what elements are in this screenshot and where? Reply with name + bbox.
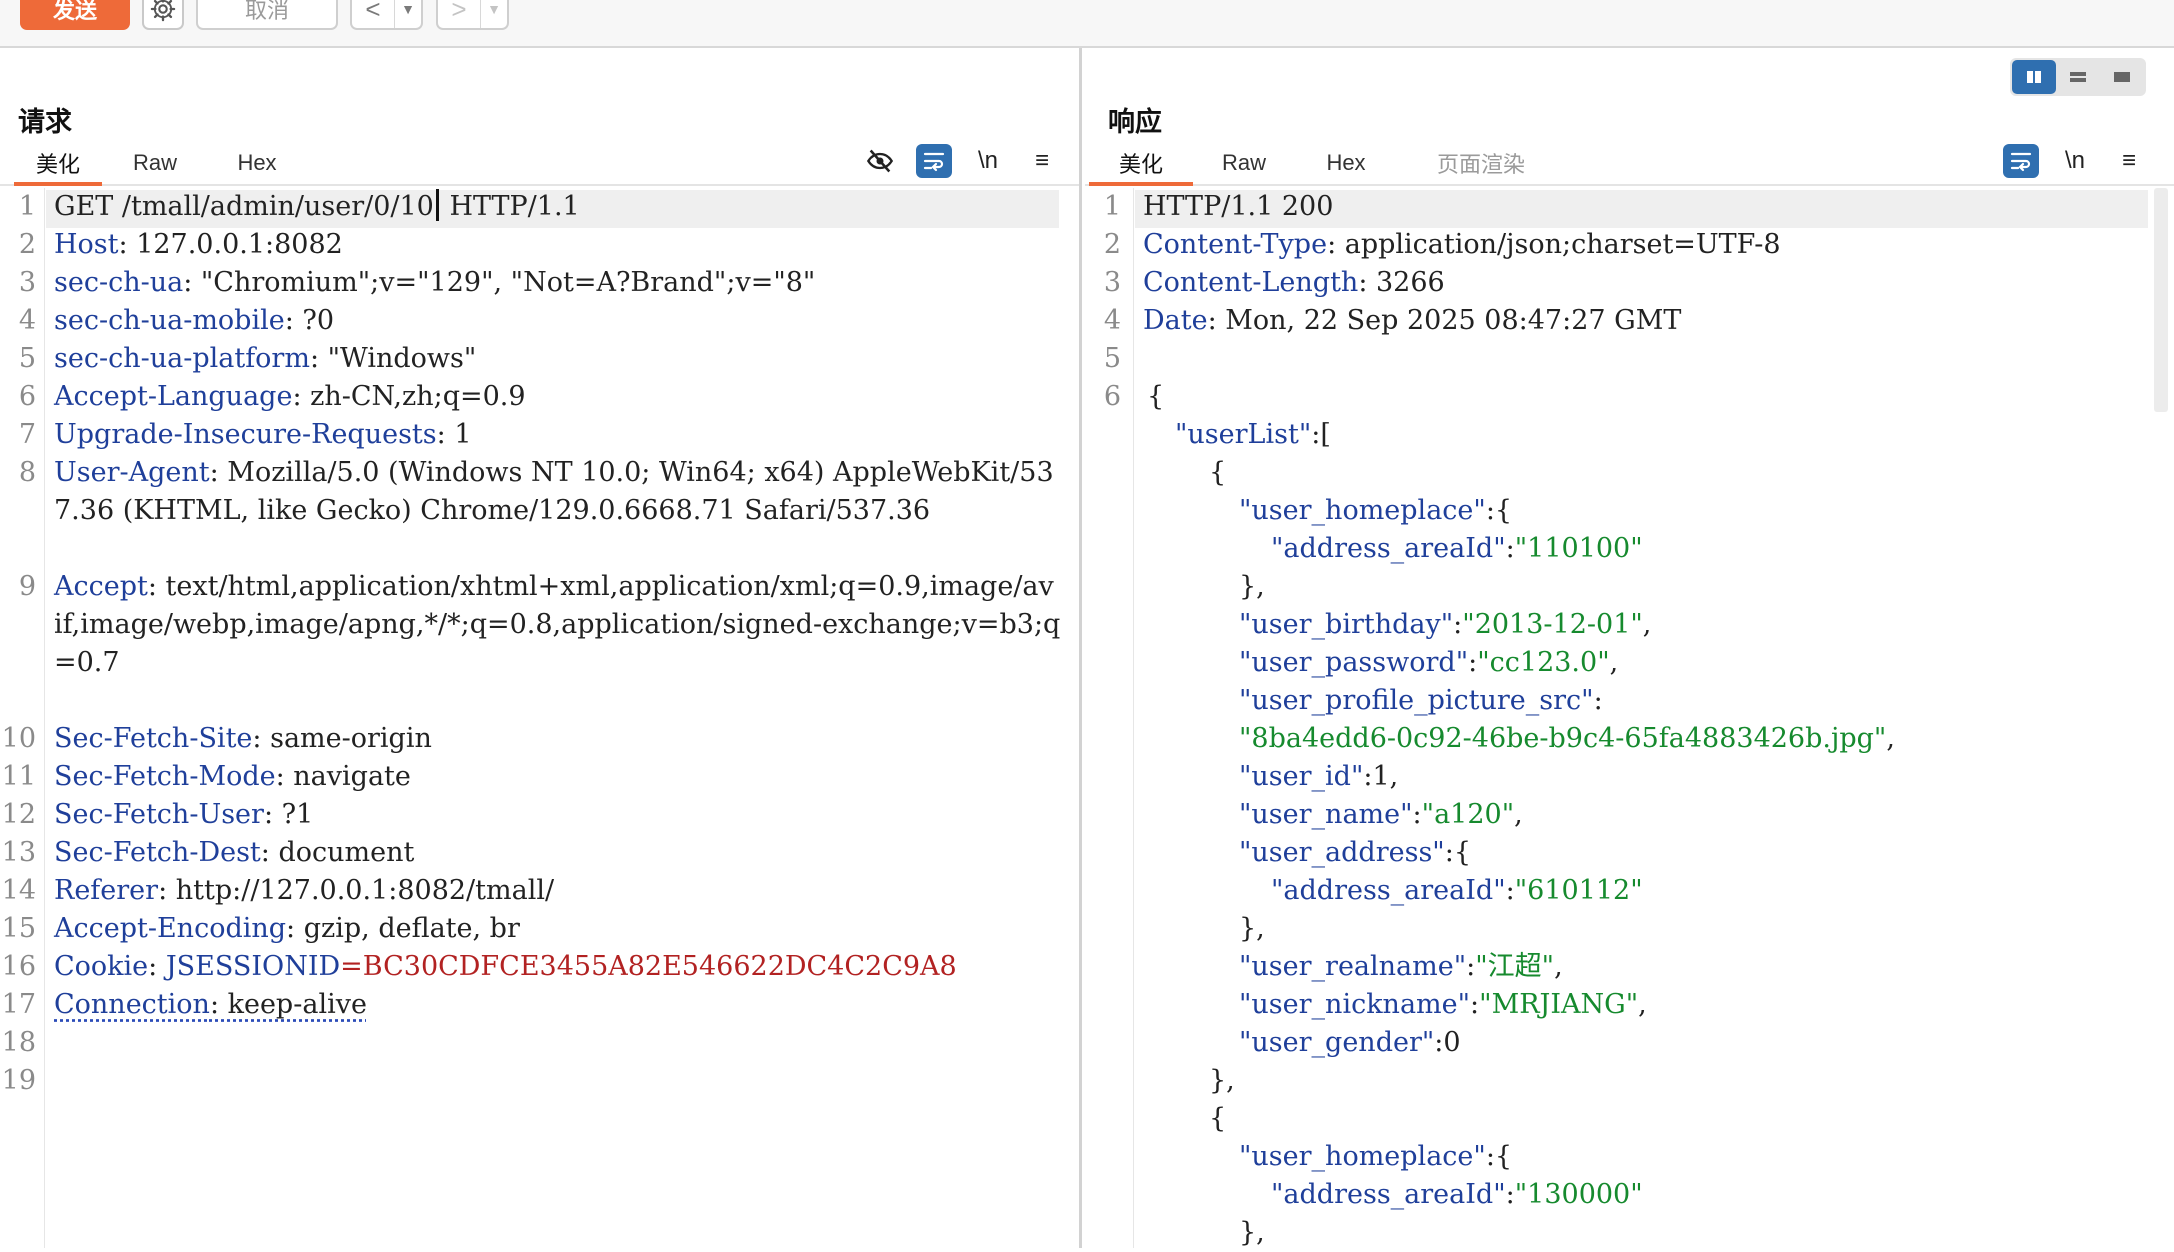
back-nav-group: < ▼ <box>350 0 423 30</box>
back-history-dropdown[interactable]: ▼ <box>395 0 421 28</box>
tab-render[interactable]: 页面渲染 <box>1421 144 1541 182</box>
tab-hex[interactable]: Hex <box>222 144 292 182</box>
top-toolbar: 发送 取消 < ▼ > ▼ <box>0 0 2174 48</box>
newline-toggle-button[interactable]: \n <box>2057 144 2093 178</box>
hide-nonprintable-button[interactable] <box>862 144 898 178</box>
eye-off-icon <box>866 149 894 173</box>
send-button[interactable]: 发送 <box>20 0 130 30</box>
word-wrap-button[interactable] <box>916 144 952 178</box>
text-cursor <box>435 189 439 221</box>
tab-pretty[interactable]: 美化 <box>1089 144 1193 186</box>
newline-toggle-button[interactable]: \n <box>970 144 1006 178</box>
response-pane: 响应 美化 Raw Hex 页面渲染 \n ≡ 1 HTTP/1.1 200 2… <box>1085 48 2174 1248</box>
tab-raw[interactable]: Raw <box>1209 144 1279 182</box>
wrap-icon <box>923 152 945 172</box>
menu-button[interactable]: ≡ <box>2111 144 2147 178</box>
tab-hex[interactable]: Hex <box>1311 144 1381 182</box>
settings-button[interactable] <box>142 0 184 30</box>
back-button[interactable]: < <box>352 0 395 28</box>
menu-button[interactable]: ≡ <box>1024 144 1060 178</box>
request-pane: 请求 美化 Raw Hex \n ≡ 1 GET /tmall/admin/us… <box>0 48 1082 1248</box>
wrap-icon <box>2010 152 2032 172</box>
word-wrap-button[interactable] <box>2003 144 2039 178</box>
tab-raw[interactable]: Raw <box>120 144 190 182</box>
response-editor[interactable]: 1 HTTP/1.1 200 2 Content-Type: applicati… <box>1085 188 2174 1248</box>
request-title: 请求 <box>18 107 72 137</box>
tab-pretty[interactable]: 美化 <box>14 144 102 186</box>
gear-icon <box>150 0 176 22</box>
forward-history-dropdown[interactable]: ▼ <box>481 0 507 28</box>
request-editor[interactable]: 1 GET /tmall/admin/user/0/10 HTTP/1.1 2 … <box>0 188 1079 1248</box>
forward-nav-group: > ▼ <box>436 0 509 30</box>
response-scrollbar[interactable] <box>2154 188 2168 412</box>
cancel-button[interactable]: 取消 <box>196 0 338 30</box>
response-title: 响应 <box>1108 107 1162 137</box>
forward-button[interactable]: > <box>438 0 481 28</box>
